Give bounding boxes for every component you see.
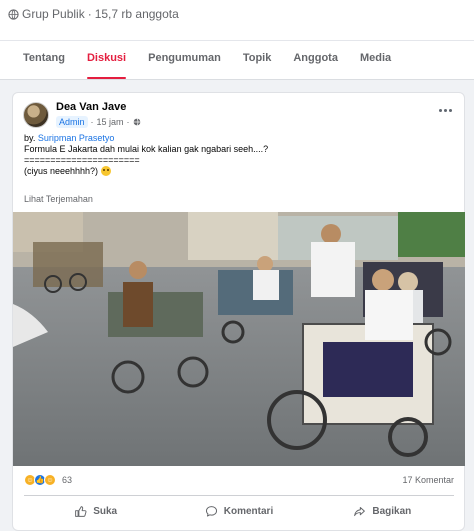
see-translation-link[interactable]: Lihat Terjemahan [24, 194, 93, 204]
reactions-summary[interactable]: ☺ 👍 ☺ 63 [24, 474, 72, 486]
globe-icon [133, 118, 140, 126]
wow-icon: ☺ [44, 474, 56, 486]
like-button[interactable]: Suka [24, 496, 167, 527]
photo-becak-riders-icon [13, 212, 465, 466]
share-label: Bagikan [372, 506, 412, 517]
post-line-3: (ciyus neeehhhh?) [24, 166, 99, 176]
post-body: by. Suripman Prasetyo Formula E Jakarta … [24, 133, 454, 177]
post-card: Dea Van Jave Admin · 15 jam · by. Suripm… [12, 92, 465, 531]
avatar[interactable] [23, 101, 49, 128]
share-icon [354, 506, 366, 517]
post-line-1: Formula E Jakarta dah mulai kok kalian g… [24, 144, 269, 154]
dot-icon [438, 108, 442, 112]
member-count: 15,7 rb anggota [94, 7, 179, 21]
comment-icon [205, 506, 217, 517]
tab-diskusi[interactable]: Diskusi [76, 41, 137, 79]
share-button[interactable]: Bagikan [311, 496, 454, 527]
comment-button[interactable]: Komentari [167, 496, 310, 527]
group-privacy: Grup Publik [22, 7, 85, 21]
tab-tentang[interactable]: Tentang [0, 41, 76, 79]
tab-pengumuman[interactable]: Pengumuman [137, 41, 232, 79]
author-name[interactable]: Dea Van Jave [56, 101, 141, 114]
post-photo[interactable] [13, 212, 465, 466]
dot-icon [443, 108, 447, 112]
byline: by. Suripman Prasetyo [24, 133, 454, 144]
post-meta: Admin · 15 jam · [56, 116, 141, 128]
comment-count[interactable]: 17 Komentar [402, 475, 454, 485]
group-tabs: Tentang Diskusi Pengumuman Topik Anggota… [0, 40, 474, 79]
post-time[interactable]: 15 jam [97, 117, 124, 127]
meta-dot: · [90, 117, 94, 127]
tab-topik[interactable]: Topik [232, 41, 283, 79]
author-block: Dea Van Jave Admin · 15 jam · [56, 101, 141, 128]
admin-badge: Admin [56, 116, 88, 128]
group-meta: Grup Publik · 15,7 rb anggota [8, 7, 179, 21]
tab-media[interactable]: Media [349, 41, 402, 79]
like-label: Suka [93, 506, 118, 517]
post-header: Dea Van Jave Admin · 15 jam · [23, 101, 141, 128]
dot-icon [448, 108, 452, 112]
comment-label: Komentari [223, 506, 274, 517]
mention-link[interactable]: Suripman Prasetyo [38, 133, 115, 143]
meta-separator: · [87, 7, 92, 21]
grin-emoji-icon [100, 166, 111, 176]
action-bar: Suka Komentari Bagikan [24, 495, 454, 527]
meta-dot: · [126, 117, 130, 127]
reaction-count: 63 [62, 475, 73, 485]
group-header: Grup Publik · 15,7 rb anggota Tentang Di… [0, 0, 474, 80]
tab-anggota[interactable]: Anggota [282, 41, 349, 79]
thumbs-up-icon [75, 506, 87, 517]
post-line-2: ====================== [24, 155, 140, 165]
post-options-button[interactable] [434, 103, 456, 117]
byline-prefix: by. [24, 133, 36, 143]
post-line-3-wrap: (ciyus neeehhhh?) [24, 166, 454, 177]
globe-icon [8, 8, 19, 20]
